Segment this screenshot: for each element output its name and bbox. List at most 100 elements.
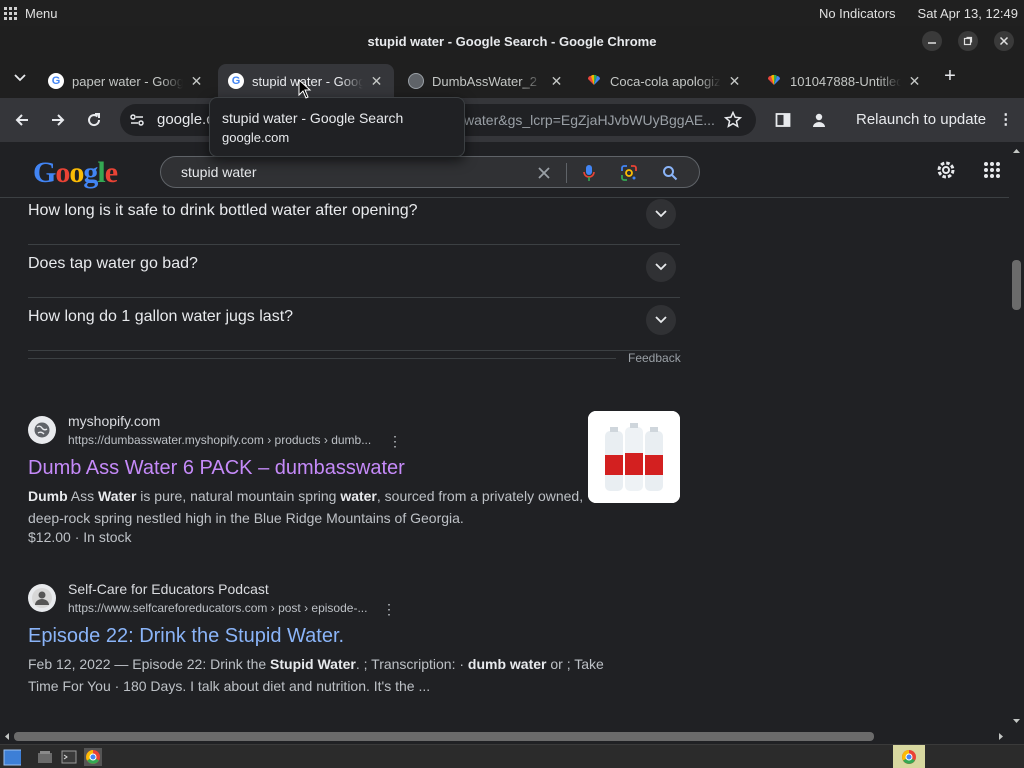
reload-button[interactable] [83,109,105,131]
scroll-down-icon[interactable] [1009,716,1024,726]
search-result: Self-Care for Educators Podcast https://… [28,579,680,699]
search-input[interactable]: stupid water [181,164,256,180]
tab-untitled[interactable]: 101047888-Untitled ✕ [756,64,932,98]
search-button[interactable] [660,163,680,183]
relaunch-to-update-button[interactable]: Relaunch to update ⋮ [856,110,1013,128]
faq-item[interactable]: Does tap water go bad? [28,245,680,298]
stock-status: In stock [83,529,132,545]
voice-search-button[interactable] [579,163,599,183]
forward-button[interactable] [47,109,69,131]
podcast-avatar-icon [28,584,56,612]
horizontal-scrollbar[interactable] [0,729,1009,744]
tab-close-icon[interactable]: ✕ [369,73,384,89]
arrow-right-icon [52,114,65,126]
chrome-icon[interactable] [900,748,918,766]
minimize-icon [928,42,936,44]
tab-title: paper water - Google Search [72,73,183,89]
chrome-icon[interactable] [84,748,102,766]
tab-close-icon[interactable]: ✕ [907,73,922,89]
snippet-text: is pure, natural mountain spring [136,488,341,504]
tooltip-title: stupid water - Google Search [222,110,404,126]
vertical-scroll-thumb[interactable] [1012,260,1021,310]
window-title-bar: stupid water - Google Search - Google Ch… [0,26,1024,56]
reload-icon [88,113,101,127]
side-panel-button[interactable] [772,109,794,131]
lens-search-button[interactable] [619,163,639,183]
screen: Menu No Indicators Sat Apr 13, 12:49 stu… [0,0,1024,768]
minimize-button[interactable] [922,31,942,51]
files-icon[interactable] [36,748,54,766]
result-snippet: Feb 12, 2022 — Episode 22: Drink the Stu… [28,653,628,697]
close-icon [999,36,1009,46]
result-title-link[interactable]: Episode 22: Drink the Stupid Water. [28,625,344,648]
os-menu-button[interactable]: Menu [0,6,58,21]
tab-close-icon[interactable]: ✕ [189,73,204,89]
more-vert-icon[interactable]: ⋮ [382,601,396,618]
tab-title: 101047888-Untitled [790,73,901,89]
indicators-label[interactable]: No Indicators [819,6,896,21]
tab-coca-cola[interactable]: Coca-cola apologizes ✕ [576,64,752,98]
url-query: water&gs_lcrp=EgZjaHJvbWUyBggAE... [464,112,715,128]
restore-icon [963,36,973,46]
clock[interactable]: Sat Apr 13, 12:49 [918,6,1018,21]
close-window-button[interactable] [994,31,1014,51]
star-icon[interactable] [724,111,742,129]
snippet-text: Ass [67,488,99,504]
faq-item[interactable]: How long is it safe to drink bottled wat… [28,199,680,245]
more-vert-icon[interactable]: ⋮ [388,433,402,450]
clear-search-button[interactable] [534,163,554,183]
scroll-up-icon[interactable] [1009,146,1024,156]
google-g-icon: G [48,73,64,89]
profile-button[interactable] [808,109,830,131]
app-grid-icon [4,6,17,20]
browser-toolbar: google.c water&gs_lcrp=EgZjaHJvbWUyBggAE… [0,98,1024,142]
tab-dumbasswater[interactable]: DumbAssWater_2 ✕ [398,64,574,98]
feedback-link[interactable]: Feedback [628,351,681,365]
maximize-button[interactable] [958,31,978,51]
search-box[interactable]: stupid water [160,156,700,188]
settings-button[interactable] [935,159,957,181]
product-thumbnail[interactable] [588,411,680,503]
terminal-icon[interactable] [60,748,78,766]
mouse-cursor-icon [298,79,312,99]
new-tab-button[interactable]: + [940,66,960,86]
site-info-icon[interactable] [129,112,145,128]
snippet-text: . ; Transcription: · [355,656,468,672]
google-doodle-logo[interactable]: Google [33,156,118,190]
nbc-peacock-icon [586,73,602,89]
relaunch-label: Relaunch to update [856,111,987,128]
result-title-link[interactable]: Dumb Ass Water 6 PACK – dumbasswater [28,457,405,480]
result-url[interactable]: https://dumbasswater.myshopify.com › pro… [68,433,371,447]
search-result: myshopify.com https://dumbasswater.mysho… [28,411,680,551]
horizontal-scroll-thumb[interactable] [14,732,874,741]
show-desktop-icon[interactable] [3,748,21,766]
google-apps-button[interactable] [981,159,1003,181]
google-g-icon: G [228,73,244,89]
google-lens-icon [621,165,637,181]
window-title: stupid water - Google Search - Google Ch… [367,33,657,49]
result-site-name[interactable]: myshopify.com [68,413,160,429]
scroll-right-icon[interactable] [996,729,1006,744]
faq-question: How long is it safe to drink bottled wat… [28,202,418,219]
tab-close-icon[interactable]: ✕ [549,73,564,89]
scroll-left-icon[interactable] [2,729,12,744]
tab-title: Coca-cola apologizes [610,73,721,89]
result-url[interactable]: https://www.selfcareforeducators.com › p… [68,601,367,615]
back-button[interactable] [11,109,33,131]
arrow-left-icon [15,114,28,126]
faq-item[interactable]: How long do 1 gallon water jugs last? [28,298,680,351]
water-bottle-image [605,423,663,491]
highlighted-term: dumb water [467,656,547,672]
close-icon [538,167,550,179]
tab-search-button[interactable] [10,68,30,88]
scrollbar-corner [1009,729,1024,744]
search-results: How long is it safe to drink bottled wat… [0,199,1009,729]
result-site-name[interactable]: Self-Care for Educators Podcast [68,581,269,597]
url-domain: google.c [157,111,214,128]
tab-close-icon[interactable]: ✕ [727,73,742,89]
chevron-down-icon [14,74,26,82]
tab-paper-water[interactable]: G paper water - Google Search ✕ [38,64,214,98]
result-snippet: Dumb Ass Water is pure, natural mountain… [28,485,618,529]
globe-icon [28,416,56,444]
vertical-scrollbar[interactable] [1009,142,1024,730]
